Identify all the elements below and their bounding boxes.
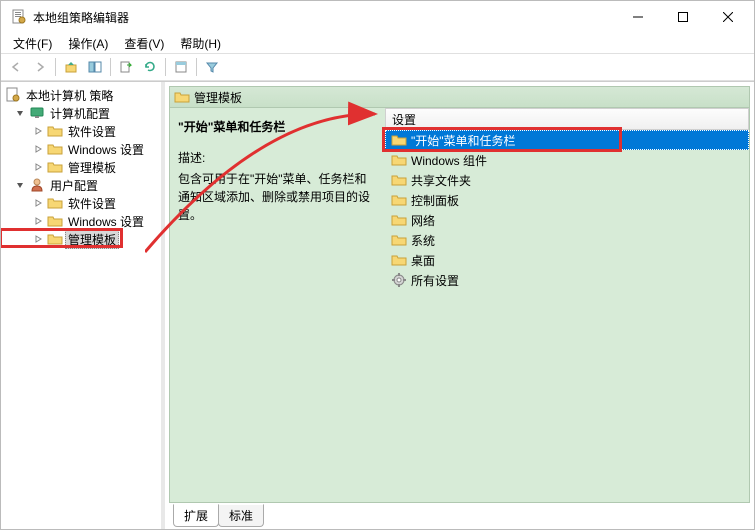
tree-computer-label: 计算机配置 (47, 104, 113, 123)
folder-icon (391, 232, 407, 248)
tree-panel[interactable]: 本地计算机 策略 计算机配置 软件设置 Windows 设置 管理模板 用户配置 (1, 82, 161, 529)
list-item-control-panel[interactable]: 控制面板 (385, 190, 749, 210)
maximize-button[interactable] (660, 3, 705, 31)
folder-icon (391, 172, 407, 188)
list-item-shared-folders[interactable]: 共享文件夹 (385, 170, 749, 190)
filter-button[interactable] (201, 56, 223, 78)
export-button[interactable] (115, 56, 137, 78)
up-button[interactable] (60, 56, 82, 78)
list-item-all-settings[interactable]: 所有设置 (385, 270, 749, 290)
menu-action[interactable]: 操作(A) (60, 33, 116, 54)
main-content: 本地计算机 策略 计算机配置 软件设置 Windows 设置 管理模板 用户配置 (1, 81, 754, 529)
close-button[interactable] (705, 3, 750, 31)
folder-icon (391, 152, 407, 168)
tree-computer-config[interactable]: 计算机配置 (1, 104, 161, 122)
right-header-text: 管理模板 (194, 89, 242, 106)
detail-desc-text: 包含可用于在"开始"菜单、任务栏和通知区域添加、删除或禁用项目的设置。 (178, 170, 377, 224)
tree-comp-admin[interactable]: 管理模板 (1, 158, 161, 176)
minimize-button[interactable] (615, 3, 660, 31)
list-item-desktop[interactable]: 桌面 (385, 250, 749, 270)
expand-icon[interactable] (31, 196, 45, 210)
list-item-windows-components[interactable]: Windows 组件 (385, 150, 749, 170)
show-hide-tree-button[interactable] (84, 56, 106, 78)
menu-bar: 文件(F) 操作(A) 查看(V) 帮助(H) (1, 33, 754, 53)
folder-icon (391, 132, 407, 148)
list-header[interactable]: 设置 (385, 108, 749, 130)
expand-icon[interactable] (31, 232, 45, 246)
back-button[interactable] (5, 56, 27, 78)
toolbar (1, 53, 754, 81)
right-panel: 管理模板 "开始"菜单和任务栏 描述: 包含可用于在"开始"菜单、任务栏和通知区… (165, 82, 754, 529)
collapse-icon[interactable] (13, 178, 27, 192)
detail-column: "开始"菜单和任务栏 描述: 包含可用于在"开始"菜单、任务栏和通知区域添加、删… (170, 108, 385, 502)
tab-extended[interactable]: 扩展 (173, 504, 219, 527)
tree-user-config[interactable]: 用户配置 (1, 176, 161, 194)
tree-comp-software[interactable]: 软件设置 (1, 122, 161, 140)
folder-icon (391, 252, 407, 268)
list-item-system[interactable]: 系统 (385, 230, 749, 250)
menu-help[interactable]: 帮助(H) (172, 33, 229, 54)
tabs: 扩展 标准 (169, 505, 750, 527)
tab-standard[interactable]: 标准 (218, 504, 264, 527)
list-item-start-menu[interactable]: "开始"菜单和任务栏 (385, 130, 749, 150)
tree-user-windows[interactable]: Windows 设置 (1, 212, 161, 230)
tree-root[interactable]: 本地计算机 策略 (1, 86, 161, 104)
list-item-network[interactable]: 网络 (385, 210, 749, 230)
detail-title: "开始"菜单和任务栏 (178, 118, 377, 135)
tree-user-label: 用户配置 (47, 176, 101, 195)
right-header: 管理模板 (169, 86, 750, 108)
collapse-icon[interactable] (13, 106, 27, 120)
detail-desc-label: 描述: (178, 149, 377, 166)
app-icon (11, 9, 27, 25)
expand-icon[interactable] (31, 124, 45, 138)
list-column: 设置 "开始"菜单和任务栏 Windows 组件 共享文件夹 (385, 108, 749, 502)
tree-user-admin[interactable]: 管理模板 (1, 230, 161, 248)
menu-view[interactable]: 查看(V) (116, 33, 172, 54)
list-body[interactable]: "开始"菜单和任务栏 Windows 组件 共享文件夹 控制面板 (385, 130, 749, 502)
folder-icon (391, 192, 407, 208)
properties-button[interactable] (170, 56, 192, 78)
window-title: 本地组策略编辑器 (33, 9, 615, 26)
expand-icon[interactable] (31, 214, 45, 228)
gear-icon (391, 272, 407, 288)
refresh-button[interactable] (139, 56, 161, 78)
folder-icon (391, 212, 407, 228)
expand-icon[interactable] (31, 142, 45, 156)
expand-icon[interactable] (31, 160, 45, 174)
forward-button[interactable] (29, 56, 51, 78)
tree-root-label: 本地计算机 策略 (23, 86, 116, 105)
tree-comp-windows[interactable]: Windows 设置 (1, 140, 161, 158)
tree-user-software[interactable]: 软件设置 (1, 194, 161, 212)
title-bar: 本地组策略编辑器 (1, 1, 754, 33)
menu-file[interactable]: 文件(F) (5, 33, 60, 54)
